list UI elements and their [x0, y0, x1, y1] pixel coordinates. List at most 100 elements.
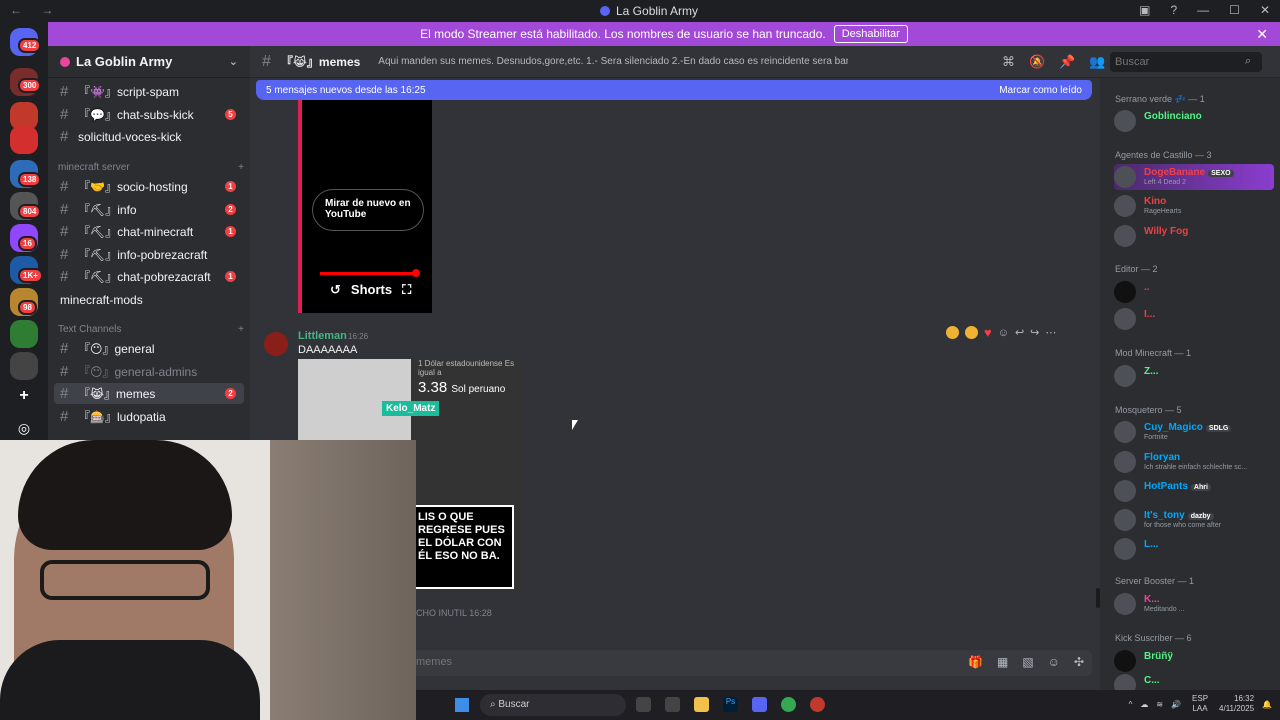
channel-item-active[interactable]: # 『😹』memes 2 [54, 383, 244, 404]
close-button[interactable]: ✕ [1260, 3, 1270, 17]
channel-item[interactable]: # 『⛏』info 2 [54, 199, 244, 220]
member-item[interactable]: DogeBanane SEXO Left 4 Dead 2 [1114, 164, 1274, 190]
channel-item[interactable]: # 『😶』general-admins [54, 361, 244, 382]
obs-icon[interactable] [810, 697, 825, 712]
reply-icon[interactable]: ↩ [1015, 326, 1024, 339]
member-item[interactable]: HotPants Ahri [1114, 478, 1274, 504]
channel-item[interactable]: # 『👾』script-spam [54, 81, 244, 102]
guild-icon[interactable] [10, 126, 38, 154]
pin-icon[interactable]: 📌 [1059, 54, 1075, 70]
chevron-down-icon[interactable]: ⌄ [229, 55, 238, 68]
member-status: Fortnite [1144, 434, 1168, 441]
server-header[interactable]: La Goblin Army ⌄ [48, 46, 250, 78]
member-item[interactable]: Cuy_Magico SDLG Fortnite [1114, 419, 1274, 445]
rewatch-button[interactable]: Mirar de nuevo en YouTube [312, 189, 424, 231]
threads-icon[interactable]: ⌘ [1002, 54, 1015, 70]
fullscreen-icon[interactable]: ⛶ [402, 282, 411, 298]
channel-item[interactable]: # 『🎰』ludopatia [54, 406, 244, 427]
members-icon[interactable]: 👥 [1089, 54, 1105, 70]
cloud-icon[interactable]: ☁ [1140, 700, 1148, 709]
channel-item[interactable]: # solicitud-voces-kick [54, 126, 244, 147]
app-icon[interactable] [665, 697, 680, 712]
back-forward-arrows[interactable]: ← → [10, 3, 61, 17]
task-view-icon[interactable] [636, 697, 651, 712]
new-messages-bar[interactable]: 5 mensajes nuevos desde las 16:25 Marcar… [256, 80, 1092, 100]
forward-icon[interactable]: ↪ [1030, 326, 1039, 339]
guild-badge: 412 [18, 38, 42, 53]
channel-item[interactable]: # 『💬』chat-subs-kick 5 [54, 104, 244, 125]
member-item[interactable]: I... [1114, 306, 1274, 332]
emoji-reaction[interactable] [946, 326, 959, 339]
file-explorer-icon[interactable] [694, 697, 709, 712]
member-item[interactable]: L... [1114, 536, 1274, 562]
windows-start-icon[interactable] [455, 698, 469, 712]
member-item[interactable]: Willy Fog [1114, 223, 1274, 249]
channel-name: 『👾』script-spam [78, 85, 179, 99]
language-indicator[interactable]: ESP LAA [1189, 694, 1211, 714]
photoshop-icon[interactable]: Ps [723, 697, 738, 712]
composer-tools: 🎁 ▦ ▧ ☺ ✣ [968, 655, 1084, 669]
discover-icon[interactable]: ◎ [10, 414, 38, 442]
maximize-button[interactable]: ☐ [1229, 3, 1240, 17]
add-channel-icon[interactable]: + [238, 162, 244, 173]
member-item[interactable]: Floryan Ich strahle einfach schlechte sc.… [1114, 449, 1274, 475]
minimize-button[interactable]: — [1197, 3, 1209, 17]
channel-item[interactable]: # 『🤝』socio-hosting 1 [54, 176, 244, 197]
message-input[interactable] [416, 656, 716, 668]
channel-item[interactable]: # 『⛏』chat-pobrezacraft 1 [54, 266, 244, 287]
shorts-label[interactable]: Shorts [351, 282, 392, 298]
category-text-channels[interactable]: Text Channels + [58, 324, 244, 335]
chevron-up-icon[interactable]: ^ [1129, 700, 1133, 709]
help-icon[interactable]: ? [1170, 3, 1177, 17]
chrome-icon[interactable] [781, 697, 796, 712]
heart-icon[interactable]: ♥ [984, 325, 992, 340]
member-item[interactable]: K... Meditando ... [1114, 591, 1274, 617]
message-author[interactable]: Littleman [298, 330, 347, 342]
channel-item[interactable]: # 『😶』general [54, 338, 244, 359]
emoji-reaction[interactable] [965, 326, 978, 339]
apps-icon[interactable]: ✣ [1074, 655, 1084, 669]
sticker-icon[interactable]: ▧ [1022, 655, 1033, 669]
member-item[interactable]: C... [1114, 672, 1274, 690]
channel-topic[interactable]: Aqui manden sus memes. Desnudos,gore,etc… [378, 56, 848, 67]
window-controls[interactable]: ▣? — ☐ ✕ [1139, 3, 1270, 17]
member-item[interactable]: .. [1114, 279, 1274, 305]
member-item[interactable]: Z... [1114, 363, 1274, 389]
channel-item[interactable]: minecraft-mods [54, 289, 244, 310]
add-reaction-icon[interactable]: ☺ [998, 327, 1009, 339]
message-author[interactable]: CHO INUTIL [416, 608, 467, 618]
category-minecraft[interactable]: minecraft server + [58, 162, 244, 173]
mark-as-read-button[interactable]: Marcar como leído [999, 85, 1082, 96]
add-channel-icon[interactable]: + [238, 324, 244, 335]
member-item[interactable]: Goblinciano [1114, 108, 1274, 134]
guild-badge: 1K+ [18, 268, 43, 283]
guild-icon[interactable] [10, 352, 38, 380]
close-icon[interactable]: ✕ [1256, 26, 1268, 43]
add-server-icon[interactable]: + [10, 382, 38, 410]
bell-icon[interactable]: 🔕 [1029, 54, 1045, 70]
taskbar-apps: Ps [636, 697, 825, 712]
more-icon[interactable]: ⋯ [1045, 326, 1056, 339]
inbox-icon[interactable]: ▣ [1139, 3, 1150, 17]
member-item[interactable]: Brüñÿ [1114, 648, 1274, 674]
discord-icon[interactable] [752, 697, 767, 712]
disable-streamer-button[interactable]: Deshabilitar [833, 25, 908, 43]
wifi-icon[interactable]: ≋ [1156, 700, 1163, 709]
emoji-icon[interactable]: ☺ [1048, 655, 1060, 669]
youtube-embed[interactable]: Mirar de nuevo en YouTube ↺ Shorts ⛶ [298, 100, 432, 313]
guild-icon[interactable] [10, 320, 38, 348]
gift-icon[interactable]: 🎁 [968, 655, 983, 669]
avatar[interactable] [264, 332, 288, 356]
replay-icon[interactable]: ↺ [330, 282, 341, 298]
video-progress[interactable] [320, 269, 420, 277]
taskbar-search[interactable]: ⌕ Buscar [480, 694, 626, 716]
member-item[interactable]: It's_tony dazby for those who come after [1114, 507, 1274, 533]
gif-icon[interactable]: ▦ [997, 655, 1008, 669]
search-input[interactable] [1110, 52, 1262, 72]
channel-item[interactable]: # 『⛏』chat-minecraft 1 [54, 221, 244, 242]
volume-icon[interactable]: 🔊 [1171, 700, 1181, 709]
channel-item[interactable]: # 『⛏』info-pobrezacraft [54, 244, 244, 265]
clock[interactable]: 16:32 4/11/2025 [1219, 694, 1254, 714]
notifications-icon[interactable]: 🔔 [1262, 700, 1272, 709]
member-item[interactable]: Kino RageHearts [1114, 193, 1274, 219]
